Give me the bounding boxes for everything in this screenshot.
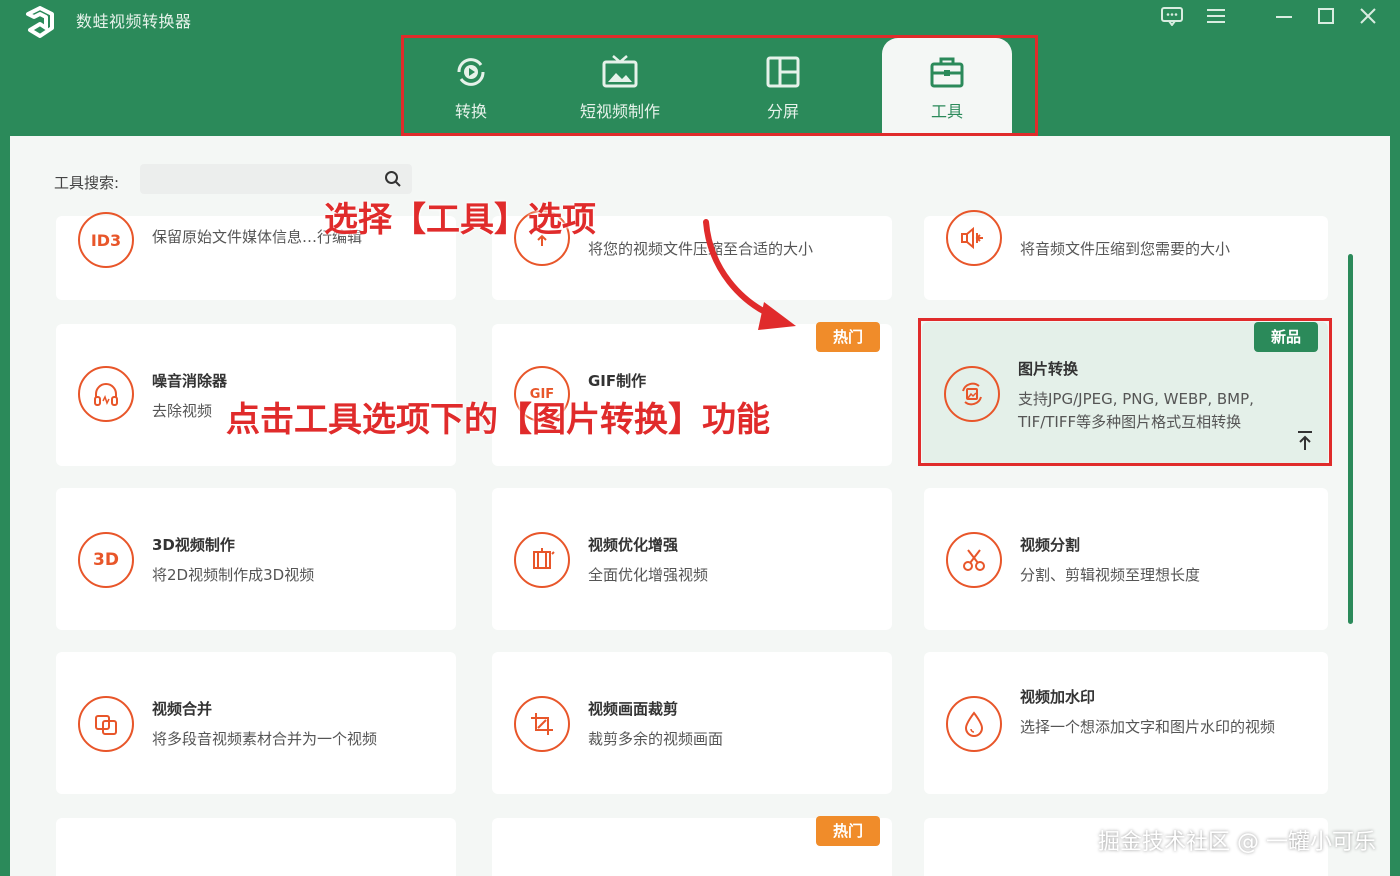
water-drop-icon [946, 696, 1002, 752]
speaker-icon [946, 210, 1002, 266]
tool-card-video-split[interactable]: 视频分割 分割、剪辑视频至理想长度 [924, 488, 1328, 630]
tool-card-3d-video[interactable]: 3D 3D视频制作 将2D视频制作成3D视频 [56, 488, 456, 630]
id3-icon: ID3 [78, 212, 134, 268]
scrollbar[interactable] [1348, 254, 1353, 624]
scissors-icon [946, 532, 1002, 588]
tabs-annotation-box [401, 35, 1038, 136]
annotation-click-feature: 点击工具选项下的【图片转换】功能 [226, 400, 770, 440]
search-icon[interactable] [384, 170, 402, 188]
tool-card-video-crop[interactable]: 视频画面裁剪 裁剪多余的视频画面 [492, 652, 892, 794]
tool-card-audio-compress[interactable]: 将音频文件压缩到您需要的大小 [924, 210, 1328, 300]
menu-icon[interactable] [1202, 6, 1230, 30]
search-label: 工具搜索: [54, 174, 120, 192]
tools-panel: 工具搜索: ID3 保留原始文件媒体信息…行编辑 将您的视频文件压缩至合适的大小… [10, 136, 1390, 876]
annotation-arrow [703, 219, 796, 330]
tool-card-video-merge[interactable]: 视频合并 将多段音视频素材合并为一个视频 [56, 652, 456, 794]
image-convert-annotation-box [918, 318, 1332, 466]
hot-badge-2: 热门 [816, 816, 880, 846]
watermark: 掘金技术社区 @ 一罐小可乐 [1098, 830, 1376, 855]
tool-card-video-watermark[interactable]: 视频加水印 选择一个想添加文字和图片水印的视频 [924, 652, 1328, 794]
tool-card-video-enhance[interactable]: 视频优化增强 全面优化增强视频 [492, 488, 892, 630]
maximize-icon[interactable] [1312, 6, 1340, 30]
merge-icon [78, 696, 134, 752]
app-logo-icon [26, 6, 54, 38]
app-title: 数蛙视频转换器 [76, 12, 192, 31]
search-input[interactable] [140, 164, 412, 194]
headphones-icon [78, 366, 134, 422]
feedback-icon[interactable] [1158, 6, 1186, 30]
minimize-icon[interactable] [1270, 6, 1298, 30]
3d-icon: 3D [78, 532, 134, 588]
close-icon[interactable] [1354, 6, 1382, 30]
crop-icon [514, 696, 570, 752]
annotation-select-tab: 选择【工具】选项 [324, 200, 596, 240]
tool-card-row5-1[interactable] [56, 818, 456, 876]
hot-badge: 热门 [816, 322, 880, 352]
film-enhance-icon [514, 532, 570, 588]
